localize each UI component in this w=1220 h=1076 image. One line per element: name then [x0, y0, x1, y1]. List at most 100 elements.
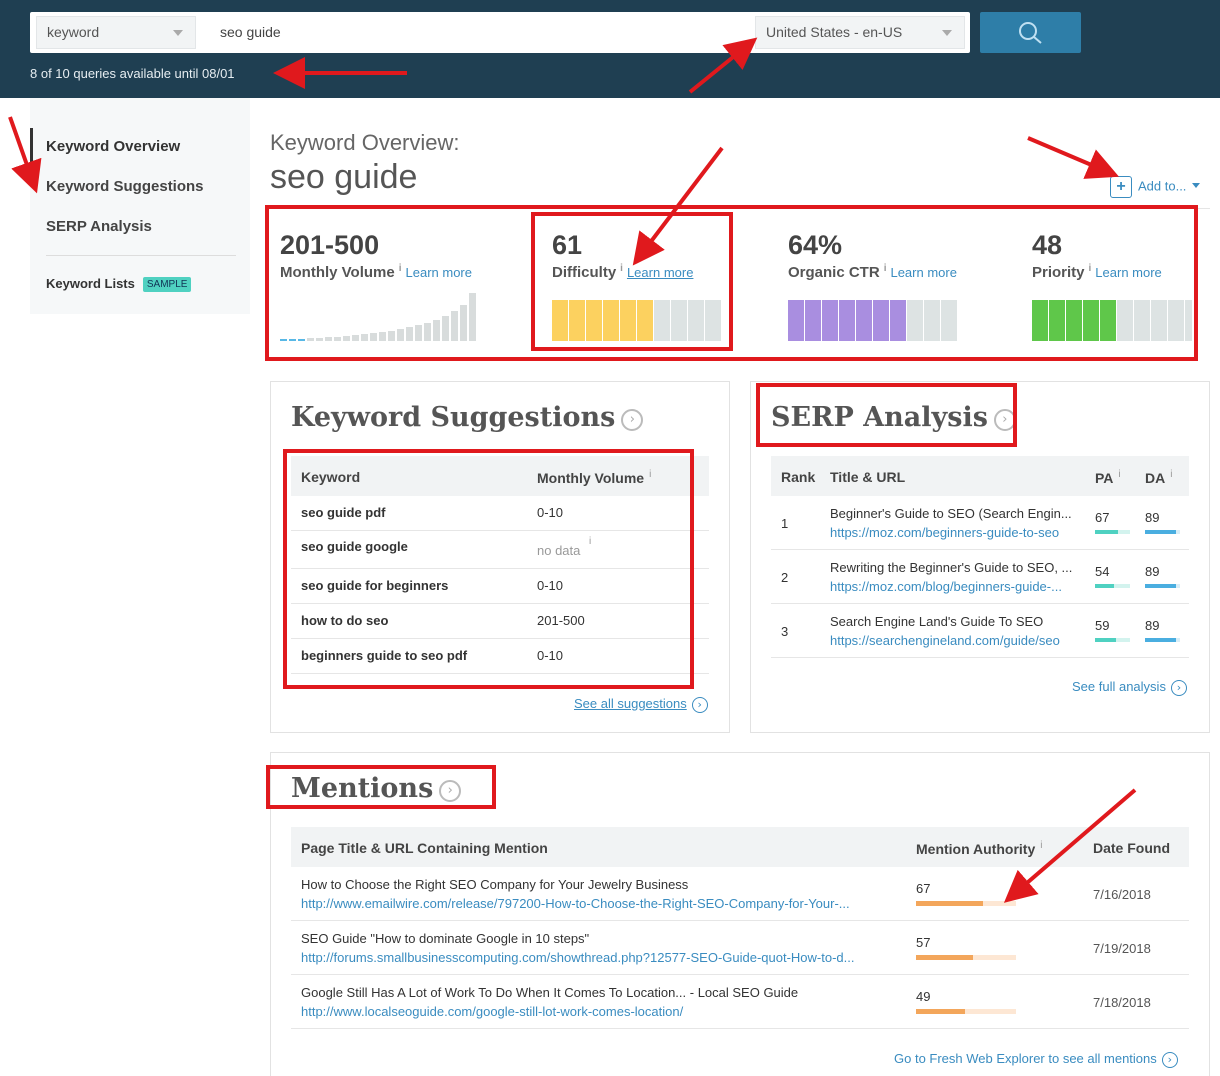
fresh-web-explorer-link[interactable]: Go to Fresh Web Explorer to see all ment…	[894, 1051, 1178, 1068]
see-all-suggestions-link[interactable]: See all suggestions ›	[574, 696, 708, 713]
serp-da: 89	[1145, 618, 1160, 633]
annotation-box-mentions-title	[266, 765, 496, 809]
sidebar-divider	[46, 255, 236, 256]
mention-date: 7/18/2018	[1093, 995, 1151, 1010]
see-full-analysis-label: See full analysis	[1072, 679, 1166, 694]
da-bar-fill	[1145, 530, 1177, 534]
annotation-box-suggestions	[283, 449, 694, 689]
serp-url[interactable]: https://moz.com/beginners-guide-to-seo	[830, 525, 1085, 540]
da-bar	[1145, 584, 1180, 588]
annotation-arrow	[1027, 136, 1120, 179]
mention-url[interactable]: http://www.emailwire.com/release/797200-…	[301, 896, 901, 911]
table-row: 1 Beginner's Guide to SEO (Search Engin..…	[771, 496, 1189, 550]
locale-select[interactable]: United States - en-US	[755, 16, 965, 49]
table-row: 2 Rewriting the Beginner's Guide to SEO, …	[771, 550, 1189, 604]
authority-bar-fill	[916, 901, 983, 906]
table-row: 3 Search Engine Land's Guide To SEO https:…	[771, 604, 1189, 658]
pa-bar-fill	[1095, 638, 1116, 642]
sidebar: Keyword Overview Keyword Suggestions SER…	[30, 98, 250, 314]
da-bar	[1145, 530, 1180, 534]
add-to-label: Add to...	[1138, 178, 1187, 194]
col-pa-label: PA	[1095, 470, 1114, 486]
serp-title[interactable]: Beginner's Guide to SEO (Search Engin...	[830, 506, 1085, 521]
col-pa: PA i	[1095, 469, 1121, 486]
col-date-found: Date Found	[1093, 840, 1170, 856]
table-row: How to Choose the Right SEO Company for …	[291, 867, 1189, 921]
table-header: Page Title & URL Containing Mention Ment…	[291, 827, 1189, 867]
serp-rank: 1	[781, 516, 789, 531]
search-mode-value: keyword	[47, 24, 100, 40]
locale-value: United States - en-US	[766, 24, 903, 40]
top-bar: keyword seo guide United States - en-US …	[0, 0, 1220, 98]
query-quota-text: 8 of 10 queries available until 08/01	[30, 66, 235, 81]
annotation-box-serp-title	[756, 383, 1017, 447]
chevron-down-icon	[173, 30, 183, 36]
chevron-right-icon: ›	[621, 409, 644, 431]
chevron-down-icon	[1192, 183, 1201, 189]
authority-bar-fill	[916, 1009, 965, 1014]
authority-bar-fill	[916, 955, 973, 960]
da-bar-fill	[1145, 638, 1177, 642]
fresh-web-explorer-label: Go to Fresh Web Explorer to see all ment…	[894, 1051, 1157, 1066]
sample-badge: SAMPLE	[142, 277, 192, 292]
page-title: Keyword Overview:	[270, 130, 460, 155]
chevron-right-icon: ›	[1170, 680, 1187, 696]
search-button[interactable]	[980, 12, 1081, 53]
mention-title[interactable]: Google Still Has A Lot of Work To Do Whe…	[301, 985, 901, 1000]
serp-pa: 59	[1095, 618, 1110, 633]
pa-bar-fill	[1095, 530, 1119, 534]
mention-title[interactable]: How to Choose the Right SEO Company for …	[301, 877, 901, 892]
active-indicator	[30, 128, 33, 168]
info-icon[interactable]: i	[1118, 469, 1120, 480]
col-da: DA i	[1145, 469, 1172, 486]
serp-url[interactable]: https://searchengineland.com/guide/seo	[830, 633, 1085, 648]
mention-authority: 49	[916, 989, 931, 1004]
sidebar-item-keyword-overview[interactable]: Keyword Overview	[46, 138, 180, 155]
sidebar-item-serp-analysis[interactable]: SERP Analysis	[46, 218, 152, 235]
col-da-label: DA	[1145, 470, 1166, 486]
keyword-lists-label: Keyword Lists	[46, 276, 135, 291]
mention-date: 7/16/2018	[1093, 887, 1151, 902]
mention-url[interactable]: http://www.localseoguide.com/google-stil…	[301, 1004, 901, 1019]
mention-date: 7/19/2018	[1093, 941, 1151, 956]
chevron-right-icon: ›	[1161, 1052, 1178, 1068]
authority-bar	[916, 955, 1016, 960]
da-bar-fill	[1145, 584, 1177, 588]
sidebar-item-keyword-suggestions[interactable]: Keyword Suggestions	[46, 178, 204, 195]
serp-url[interactable]: https://moz.com/blog/beginners-guide-...	[830, 579, 1085, 594]
search-icon	[1019, 22, 1042, 44]
see-full-analysis-link[interactable]: See full analysis ›	[1072, 679, 1187, 696]
col-mention-authority: Mention Authority i	[916, 840, 1042, 857]
mention-authority: 67	[916, 881, 931, 896]
pa-bar	[1095, 638, 1130, 642]
pa-bar	[1095, 584, 1130, 588]
sidebar-item-keyword-lists[interactable]: Keyword Lists SAMPLE	[46, 276, 192, 292]
col-page-title: Page Title & URL Containing Mention	[301, 840, 548, 856]
info-icon[interactable]: i	[1040, 840, 1042, 851]
table-row: SEO Guide "How to dominate Google in 10 …	[291, 921, 1189, 975]
mention-title[interactable]: SEO Guide "How to dominate Google in 10 …	[301, 931, 901, 946]
serp-title[interactable]: Rewriting the Beginner's Guide to SEO, .…	[830, 560, 1085, 575]
info-icon[interactable]: i	[1170, 469, 1172, 480]
search-box: keyword seo guide United States - en-US	[30, 12, 970, 53]
annotation-box-difficulty	[531, 212, 733, 351]
pa-bar	[1095, 530, 1130, 534]
serp-title[interactable]: Search Engine Land's Guide To SEO	[830, 614, 1085, 629]
plus-icon: +	[1110, 176, 1132, 198]
see-all-suggestions-label: See all suggestions	[574, 696, 687, 711]
col-title-url: Title & URL	[830, 469, 906, 485]
authority-bar	[916, 1009, 1016, 1014]
chevron-down-icon	[942, 30, 952, 36]
table-row: Google Still Has A Lot of Work To Do Whe…	[291, 975, 1189, 1029]
mention-url[interactable]: http://forums.smallbusinesscomputing.com…	[301, 950, 901, 965]
suggestions-title: Keyword Suggestions	[291, 402, 616, 433]
mention-authority: 57	[916, 935, 931, 950]
card-title[interactable]: Keyword Suggestions ›	[291, 402, 644, 433]
serp-pa: 54	[1095, 564, 1110, 579]
table-header: Rank Title & URL PA i DA i	[771, 456, 1189, 496]
search-input[interactable]: seo guide	[220, 12, 281, 53]
search-mode-select[interactable]: keyword	[36, 16, 196, 49]
col-rank: Rank	[781, 469, 816, 485]
pa-bar-fill	[1095, 584, 1114, 588]
add-to-button[interactable]: + Add to...	[1110, 176, 1201, 198]
